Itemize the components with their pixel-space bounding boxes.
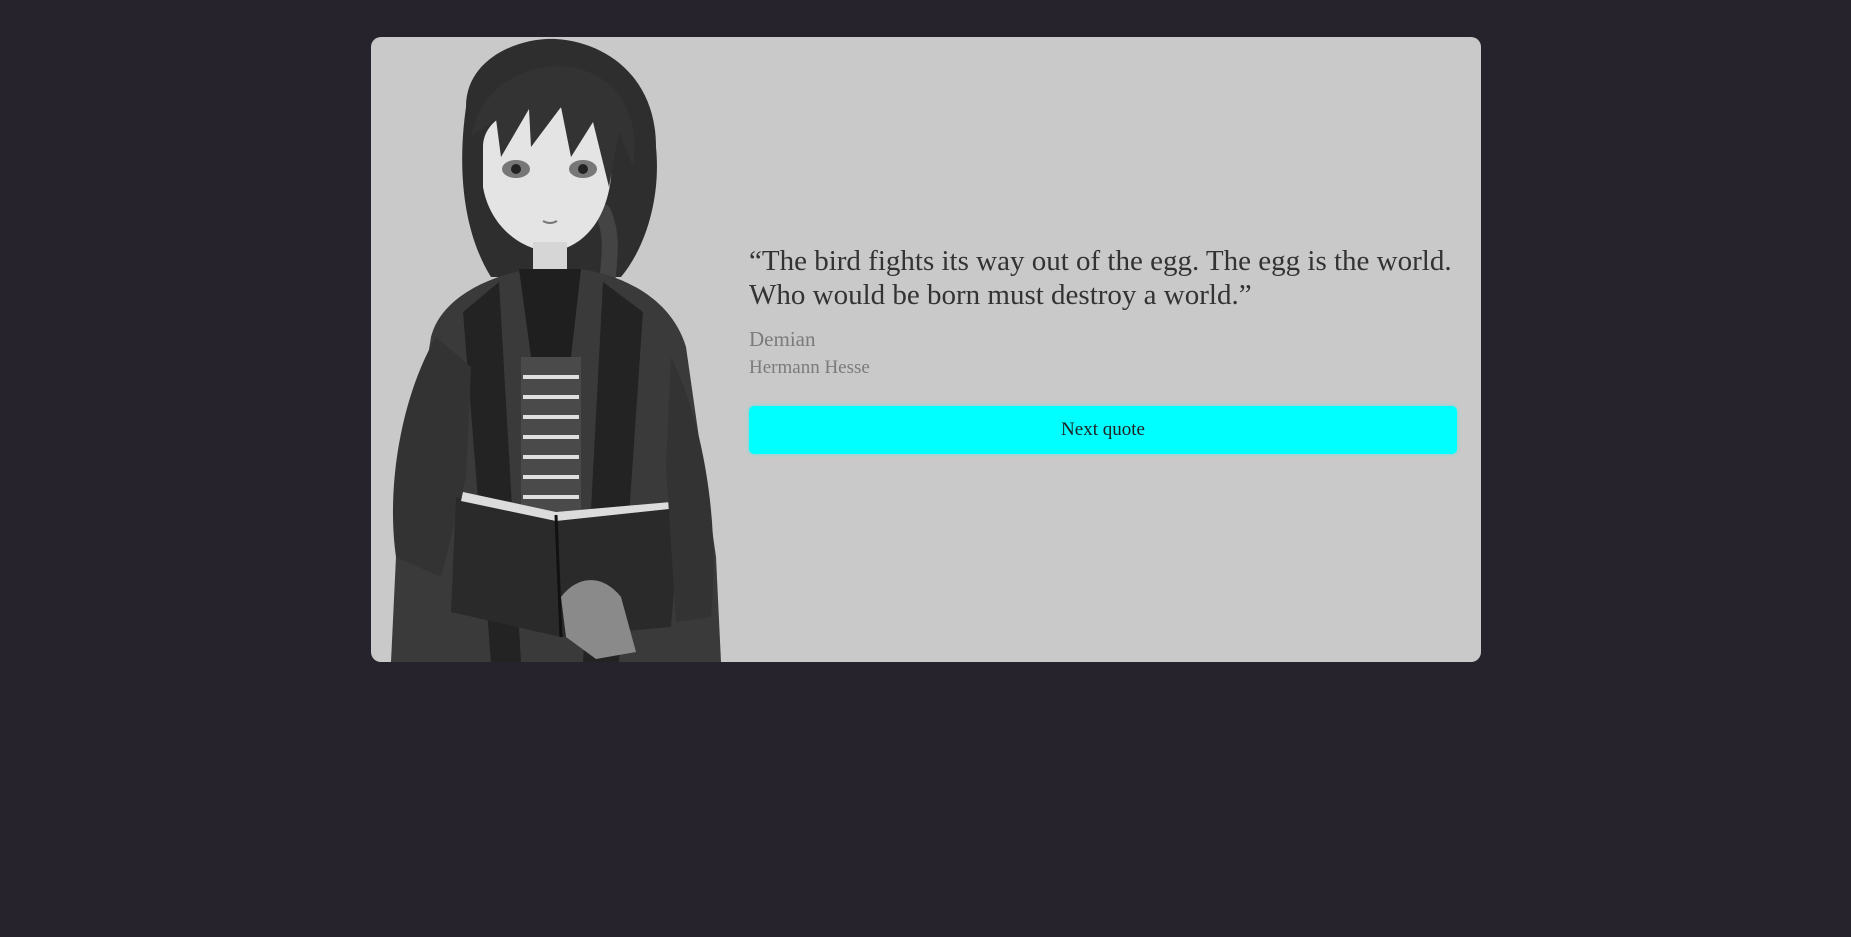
next-quote-button[interactable]: Next quote bbox=[749, 406, 1457, 454]
quote-card: “The bird fights its way out of the egg.… bbox=[371, 37, 1481, 662]
quote-panel: “The bird fights its way out of the egg.… bbox=[749, 244, 1459, 454]
quote-text: “The bird fights its way out of the egg.… bbox=[749, 245, 1452, 311]
quote-author: Hermann Hesse bbox=[749, 357, 870, 378]
quote-source-title: Demian bbox=[749, 327, 816, 351]
girl-reading-book-illustration bbox=[391, 38, 721, 662]
